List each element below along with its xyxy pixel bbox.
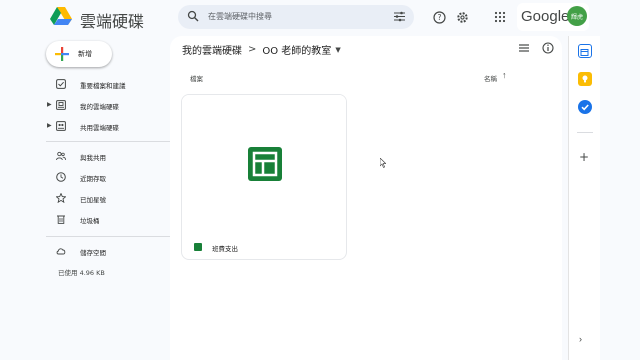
- file-card[interactable]: 班費支出: [181, 94, 347, 260]
- apps-button[interactable]: [492, 9, 508, 25]
- avatar[interactable]: 輝虎: [567, 6, 587, 26]
- breadcrumb-root[interactable]: 我的雲端硬碟: [182, 42, 242, 57]
- sidebar-item-shared-with-me[interactable]: 與我共用: [0, 146, 170, 166]
- apps-grid-icon: [494, 11, 506, 23]
- file-name[interactable]: 班費支出: [212, 243, 238, 253]
- expand-caret-icon[interactable]: ▶: [47, 122, 52, 129]
- search-icon[interactable]: [187, 10, 199, 22]
- svg-text:?: ?: [437, 13, 441, 22]
- spreadsheet-icon: [248, 147, 282, 181]
- arrow-up-icon[interactable]: ↑: [502, 70, 507, 80]
- chevron-right-icon[interactable]: ›: [579, 334, 582, 344]
- sidebar-item-starred[interactable]: 已加星號: [0, 188, 170, 208]
- drive-logo-icon[interactable]: [50, 6, 72, 26]
- new-button[interactable]: 新增: [46, 41, 112, 67]
- account-switcher[interactable]: Google 輝虎: [517, 3, 589, 31]
- sidebar-item-label: 垃圾桶: [80, 217, 100, 225]
- trash-icon: [57, 215, 65, 224]
- file-info[interactable]: 班費支出: [182, 231, 346, 259]
- calendar-icon[interactable]: [578, 44, 592, 58]
- search-placeholder[interactable]: 在雲端硬碟中搜尋: [208, 11, 272, 22]
- file-thumbnail[interactable]: [182, 95, 346, 231]
- google-wordmark: Google: [521, 8, 570, 25]
- spreadsheet-small-icon: [194, 243, 202, 255]
- cloud-icon: [56, 248, 66, 255]
- tasks-icon[interactable]: [578, 100, 592, 114]
- sidebar-item-my-drive[interactable]: ▶ 我的雲端硬碟: [0, 95, 170, 115]
- expand-caret-icon[interactable]: ▶: [47, 101, 52, 108]
- help-button[interactable]: ?: [431, 9, 447, 25]
- search-options-icon[interactable]: [394, 11, 405, 22]
- sidebar-item-label: 儲存空間: [80, 249, 106, 257]
- chevron-down-icon[interactable]: ▼: [335, 46, 340, 54]
- people-icon: [56, 151, 66, 161]
- sidebar-item-label: 我的雲端硬碟: [80, 103, 119, 111]
- list-view-icon[interactable]: [518, 42, 530, 54]
- side-panel-rail: + ›: [568, 36, 600, 360]
- sidebar-item-label: 共用雲端硬碟: [80, 124, 119, 132]
- priority-icon: [56, 79, 66, 89]
- sidebar-item-shared-drives[interactable]: ▶ 共用雲端硬碟: [0, 116, 170, 136]
- sidebar-item-label: 重要檔案和建議: [80, 82, 126, 90]
- search-bar[interactable]: 在雲端硬碟中搜尋: [178, 5, 414, 29]
- settings-button[interactable]: [454, 9, 470, 25]
- sidebar-divider: [46, 236, 170, 237]
- app-title: 雲端硬碟: [80, 12, 145, 31]
- drive-icon: [56, 100, 66, 110]
- add-addon-icon[interactable]: +: [579, 150, 589, 164]
- sidebar-divider: [46, 141, 170, 142]
- plus-icon: [55, 47, 69, 61]
- sidebar-item-label: 已加星號: [80, 196, 106, 204]
- sidebar-item-recent[interactable]: 近期存取: [0, 167, 170, 187]
- sort-by-name-button[interactable]: 名稱: [484, 73, 497, 83]
- info-icon[interactable]: [542, 42, 554, 54]
- column-header-files: 檔案: [190, 75, 203, 83]
- breadcrumb: 我的雲端硬碟 > OO 老師的教室 ▼: [182, 42, 341, 57]
- sidebar-item-label: 近期存取: [80, 175, 106, 183]
- rail-divider: [577, 132, 593, 133]
- clock-icon: [56, 172, 66, 182]
- drive-app: 雲端硬碟 在雲端硬碟中搜尋 ? Google 輝虎 新增 重要檔案和建議 ▶ 我…: [0, 0, 640, 360]
- help-icon: ?: [432, 10, 446, 24]
- breadcrumb-separator: >: [248, 44, 257, 55]
- sidebar-item-label: 與我共用: [80, 154, 106, 162]
- shared-drives-icon: [56, 121, 66, 131]
- sidebar-item-storage[interactable]: 儲存空間: [0, 241, 170, 261]
- gear-icon: [456, 11, 468, 23]
- sidebar-item-trash[interactable]: 垃圾桶: [0, 209, 170, 229]
- mouse-cursor-icon: [380, 158, 386, 168]
- main-content: 我的雲端硬碟 > OO 老師的教室 ▼ 檔案 名稱 ↑ 班費支出: [170, 36, 562, 360]
- star-icon: [56, 193, 66, 203]
- storage-usage-text: 已使用 4.96 KB: [58, 269, 105, 277]
- sidebar-item-priority[interactable]: 重要檔案和建議: [0, 74, 170, 94]
- keep-icon[interactable]: [578, 72, 592, 86]
- new-button-label: 新增: [78, 50, 92, 58]
- breadcrumb-current[interactable]: OO 老師的教室: [262, 42, 331, 57]
- top-header: 雲端硬碟 在雲端硬碟中搜尋 ? Google 輝虎: [0, 0, 640, 36]
